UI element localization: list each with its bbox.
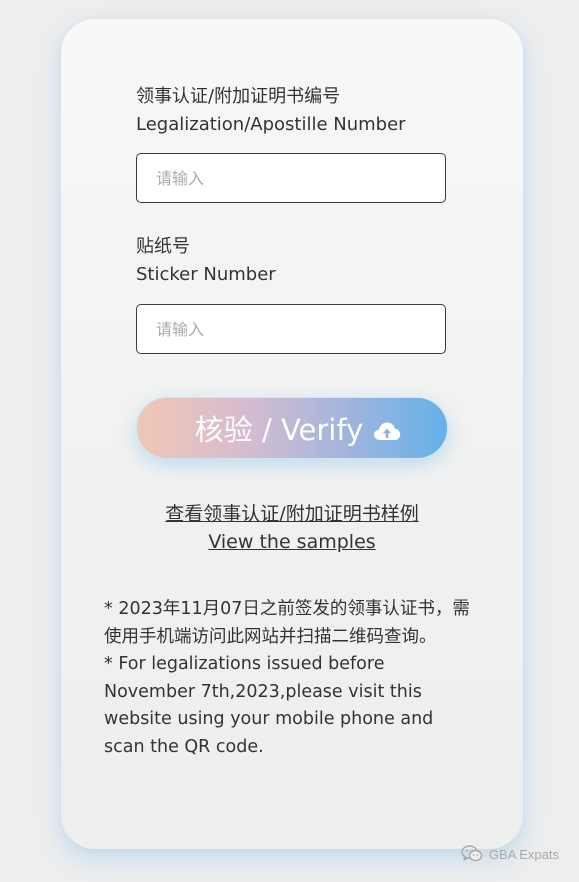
legalization-number-label-en: Legalization/Apostille Number	[136, 114, 406, 135]
view-samples-link-en[interactable]: View the samples	[120, 528, 464, 556]
view-samples-link[interactable]: 查看领事认证/附加证明书样例 View the samples	[120, 500, 464, 556]
verify-button-label: 核验 / Verify	[194, 413, 364, 447]
legalization-number-field[interactable]	[136, 153, 446, 203]
view-samples-link-zh[interactable]: 查看领事认证/附加证明书样例	[120, 500, 464, 528]
qr-code-notice-en: * For legalizations issued before Novemb…	[104, 654, 434, 757]
legalization-number-label-zh: 领事认证/附加证明书编号	[136, 86, 341, 107]
qr-code-notice: * 2023年11月07日之前签发的领事认证书，需使用手机端访问此网站并扫描二维…	[104, 596, 474, 761]
cloud-upload-icon	[374, 422, 401, 440]
wechat-icon	[461, 845, 483, 862]
legalization-number-label: 领事认证/附加证明书编号 Legalization/Apostille Numb…	[136, 83, 406, 139]
sticker-number-label-zh: 贴纸号	[136, 236, 190, 257]
watermark-text: GBA Expats	[488, 846, 559, 862]
page: 领事认证/附加证明书编号 Legalization/Apostille Numb…	[0, 0, 579, 882]
sticker-number-field[interactable]	[136, 304, 446, 354]
sticker-number-label: 贴纸号 Sticker Number	[136, 233, 276, 289]
watermark: GBA Expats	[461, 845, 559, 863]
verify-button[interactable]: 核验 / Verify	[136, 397, 448, 459]
legalization-number-input[interactable]	[137, 154, 445, 202]
qr-code-notice-zh: * 2023年11月07日之前签发的领事认证书，需使用手机端访问此网站并扫描二维…	[104, 599, 470, 647]
sticker-number-input[interactable]	[137, 305, 445, 353]
sticker-number-label-en: Sticker Number	[136, 264, 276, 285]
